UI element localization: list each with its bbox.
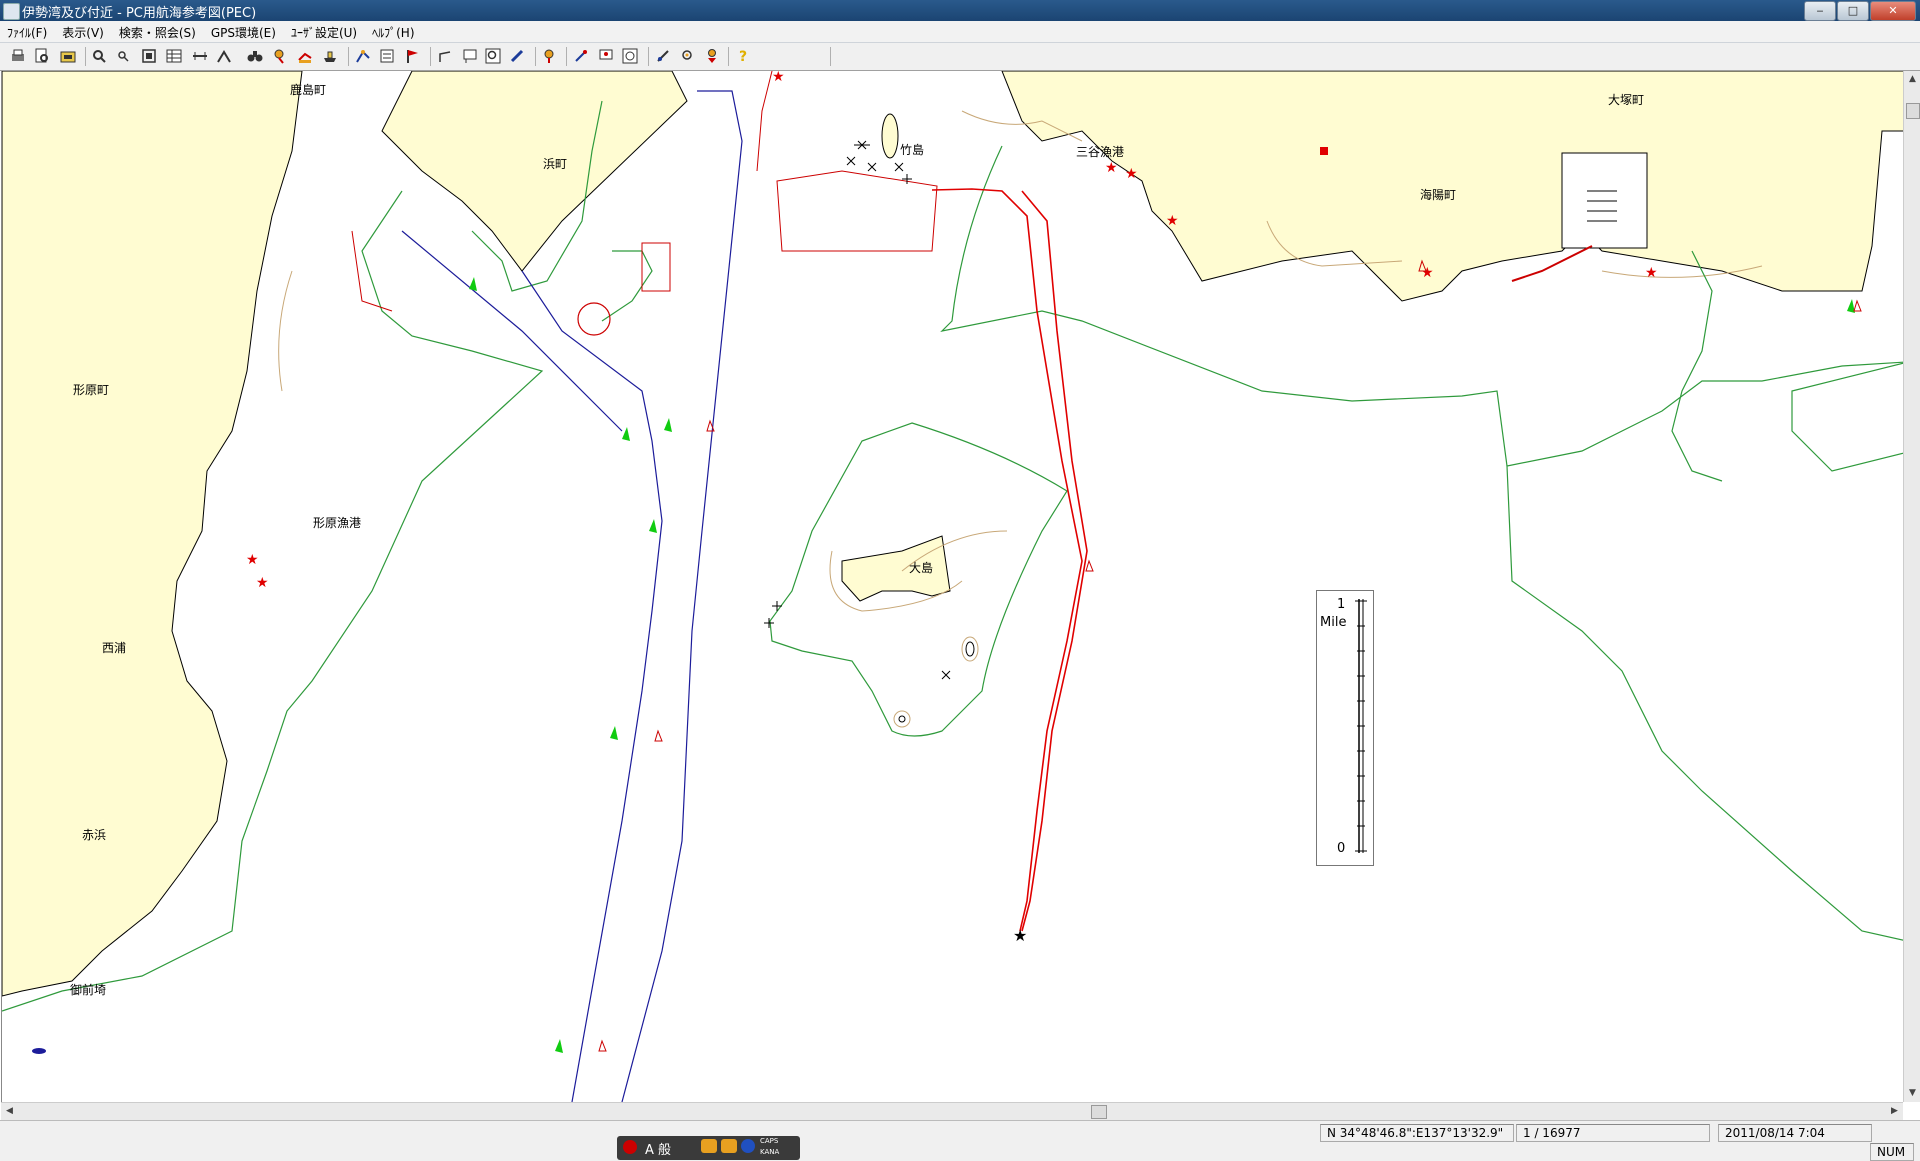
open-chart-icon[interactable] — [59, 47, 77, 65]
depth-contour-east — [1506, 361, 1903, 941]
scroll-up-icon[interactable]: ▲ — [1904, 71, 1920, 88]
ship-track-icon[interactable] — [354, 47, 372, 65]
menu-gps[interactable]: GPS環境(E) — [204, 21, 284, 42]
place-label-kashimacho: 鹿島町 — [290, 83, 327, 97]
pin-icon[interactable] — [572, 47, 590, 65]
toolbar: ? — [0, 43, 1920, 71]
edit-line-icon[interactable] — [654, 47, 672, 65]
fit-window-icon[interactable] — [140, 47, 158, 65]
place-label-omaezaki: 御前埼 — [70, 983, 107, 997]
oshima-island — [841, 535, 951, 602]
land-west — [2, 71, 303, 997]
minimize-button[interactable]: ‒ — [1804, 1, 1836, 21]
find-area-icon[interactable] — [621, 47, 639, 65]
place-label-kaiyocho: 海陽町 — [1420, 188, 1457, 202]
vertical-scroll-thumb[interactable] — [1906, 103, 1920, 119]
query-icon[interactable] — [679, 47, 697, 65]
menu-help[interactable]: ﾍﾙﾌﾟ(H) — [365, 21, 422, 42]
horizontal-scroll-thumb[interactable] — [1091, 1105, 1107, 1119]
ime-help-icon[interactable] — [741, 1139, 755, 1153]
window-title: 伊勢湾及び付近 - PC用航海参考図(PEC) — [22, 6, 257, 21]
place-label-akahama: 赤浜 — [82, 828, 107, 842]
scale-ticks — [1355, 599, 1367, 853]
title-bar: 伊勢湾及び付近 - PC用航海参考図(PEC) ‒ □ ✕ — [0, 0, 1920, 21]
binoculars-icon[interactable] — [246, 47, 264, 65]
scale-bar: 1 Mile 0 — [1316, 590, 1374, 866]
zoom-in-icon[interactable] — [90, 47, 108, 65]
menu-file[interactable]: ﾌｧｲﾙ(F) — [0, 21, 55, 42]
waypoint-icon[interactable] — [378, 47, 396, 65]
svg-text:★: ★ — [1421, 265, 1434, 281]
status-bar: N 34°48'46.8":E137°13'32.9" 1 / 16977 20… — [0, 1120, 1920, 1161]
print-preview-icon[interactable] — [33, 47, 51, 65]
position-icon[interactable] — [541, 47, 559, 65]
svg-text:★: ★ — [1105, 160, 1118, 176]
svg-text:★: ★ — [1645, 265, 1658, 281]
status-datetime: 2011/08/14 7:04 — [1718, 1124, 1872, 1142]
svg-text:★: ★ — [256, 575, 269, 591]
maximize-button[interactable]: □ — [1837, 1, 1869, 21]
help-icon[interactable]: ? — [734, 47, 752, 65]
menu-search[interactable]: 検索・照会(S) — [112, 21, 204, 42]
ship-icon[interactable] — [321, 47, 339, 65]
svg-text:★: ★ — [772, 71, 785, 85]
status-num-lock: NUM — [1870, 1143, 1914, 1161]
download-icon[interactable] — [703, 47, 721, 65]
close-button[interactable]: ✕ — [1870, 1, 1916, 21]
place-label-nishiura: 西浦 — [102, 641, 127, 655]
scroll-right-icon[interactable]: ▶ — [1886, 1103, 1903, 1120]
place-label-oshima: 大島 — [909, 561, 934, 575]
vertical-scrollbar[interactable]: ▲ ▼ — [1903, 71, 1920, 1102]
scroll-down-icon[interactable]: ▼ — [1904, 1085, 1920, 1102]
note-icon[interactable] — [461, 47, 479, 65]
chart-canvas[interactable]: ★ ★ ★ ★ ★ ★ ★ ★ ★ — [2, 71, 1903, 1102]
svg-text:?: ? — [739, 49, 747, 64]
place-label-takeshima: 竹島 — [900, 143, 925, 157]
marker-icon[interactable] — [272, 47, 290, 65]
scroll-left-icon[interactable]: ◀ — [1, 1103, 18, 1120]
place-label-miya-port: 三谷漁港 — [1076, 145, 1125, 159]
ime-mode[interactable]: A 般 — [645, 1139, 671, 1158]
shipping-channel — [521, 90, 743, 1102]
flag-icon[interactable] — [403, 47, 421, 65]
place-label-katahara: 形原町 — [73, 383, 110, 397]
measure-icon[interactable] — [215, 47, 233, 65]
app-icon — [3, 3, 20, 20]
route-icon[interactable] — [296, 47, 314, 65]
place-label-otsukacho: 大塚町 — [1608, 93, 1645, 107]
svg-text:★: ★ — [246, 552, 259, 568]
svg-text:★: ★ — [1125, 166, 1138, 182]
ime-pad-icon[interactable] — [701, 1139, 717, 1153]
ime-logo-icon — [623, 1140, 637, 1154]
grid-icon[interactable] — [165, 47, 183, 65]
takeshima-island — [881, 113, 899, 159]
print-icon[interactable] — [9, 47, 27, 65]
ime-dictionary-icon[interactable] — [721, 1139, 737, 1153]
search-icon[interactable] — [484, 47, 502, 65]
mark-icon[interactable] — [597, 47, 615, 65]
pencil-icon[interactable] — [508, 47, 526, 65]
land-north-center — [381, 71, 688, 272]
ime-kana: KANA — [760, 1148, 780, 1156]
svg-text:★: ★ — [1166, 213, 1179, 229]
menu-user-settings[interactable]: ﾕｰｻﾞ設定(U) — [284, 21, 365, 42]
menu-bar: ﾌｧｲﾙ(F) 表示(V) 検索・照会(S) GPS環境(E) ﾕｰｻﾞ設定(U… — [0, 21, 1920, 43]
status-scale: 1 / 16977 — [1516, 1124, 1710, 1142]
place-label-katahara-port: 形原漁港 — [313, 516, 362, 530]
status-position: N 34°48'46.8":E137°13'32.9" — [1320, 1124, 1514, 1142]
ruler-icon[interactable] — [191, 47, 209, 65]
zoom-out-icon[interactable] — [114, 47, 132, 65]
line-icon[interactable] — [436, 47, 454, 65]
horizontal-scrollbar[interactable]: ◀ ▶ — [1, 1102, 1903, 1120]
svg-text:★: ★ — [1013, 926, 1027, 945]
place-label-hamacho: 浜町 — [543, 157, 568, 171]
ime-toolbar[interactable]: A 般 CAPS KANA — [617, 1136, 800, 1160]
ime-caps: CAPS — [760, 1137, 779, 1145]
chart-map[interactable]: ★ ★ ★ ★ ★ ★ ★ ★ ★ 鹿島町 浜町 竹島 三谷漁港 大塚町 海陽町… — [1, 71, 1903, 1102]
menu-view[interactable]: 表示(V) — [55, 21, 112, 42]
